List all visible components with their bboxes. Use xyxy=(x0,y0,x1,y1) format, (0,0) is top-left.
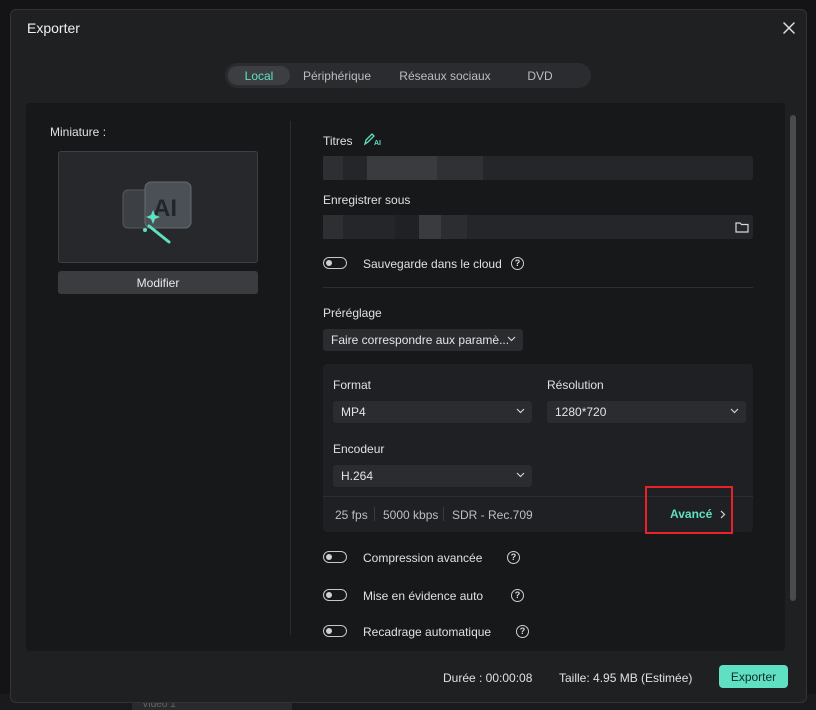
advanced-compression-label: Compression avancée xyxy=(363,551,483,565)
export-button[interactable]: Exporter xyxy=(719,665,788,688)
tab-device[interactable]: Périphérique xyxy=(290,66,384,85)
resolution-label: Résolution xyxy=(547,378,604,392)
modify-thumbnail-button[interactable]: Modifier xyxy=(58,271,258,294)
size-text: Taille: 4.95 MB (Estimée) xyxy=(559,671,693,685)
scrollbar[interactable] xyxy=(790,115,796,601)
fps-value: 25 fps xyxy=(335,508,368,522)
chevron-down-icon xyxy=(516,472,525,478)
export-dialog: Exporter Local Périphérique Réseaux soci… xyxy=(10,9,807,703)
auto-highlight-label: Mise en évidence auto xyxy=(363,589,484,603)
encoding-summary: 25 fps 5000 kbps SDR - Rec.709 Avancé xyxy=(323,496,753,532)
close-icon xyxy=(783,22,795,34)
encoder-value: H.264 xyxy=(341,469,374,483)
save-path-input[interactable] xyxy=(323,215,753,239)
preset-value: Faire correspondre aux paramè... xyxy=(331,333,510,347)
auto-reframe-label: Recadrage automatique xyxy=(363,625,492,639)
help-icon[interactable]: ? xyxy=(511,589,524,602)
chevron-right-icon xyxy=(720,510,725,518)
cloud-backup-label: Sauvegarde dans le cloud xyxy=(363,257,502,271)
thumbnail-label: Miniature : xyxy=(50,125,107,139)
encoder-select[interactable]: H.264 xyxy=(333,465,532,487)
bitrate-value: 5000 kbps xyxy=(383,508,439,522)
advanced-button[interactable]: Avancé xyxy=(670,507,726,521)
help-icon[interactable]: ? xyxy=(511,257,524,270)
auto-highlight-toggle[interactable] xyxy=(323,589,347,601)
ai-image-icon: AI xyxy=(122,181,192,244)
resolution-value: 1280*720 xyxy=(555,405,607,419)
help-icon[interactable]: ? xyxy=(516,625,529,638)
export-target-tabs: Local Périphérique Réseaux sociaux DVD xyxy=(225,63,591,88)
preset-select[interactable]: Faire correspondre aux paramè... xyxy=(323,329,523,351)
vertical-divider xyxy=(290,121,291,635)
chevron-down-icon xyxy=(507,336,516,342)
preset-label: Préréglage xyxy=(323,306,382,320)
tab-social[interactable]: Réseaux sociaux xyxy=(384,66,506,85)
export-settings-panel: Miniature : AI Modifier Titres AI Enregi… xyxy=(26,103,796,651)
dialog-title: Exporter xyxy=(27,20,80,36)
advanced-label: Avancé xyxy=(670,507,713,521)
format-value: MP4 xyxy=(341,405,366,419)
tab-local[interactable]: Local xyxy=(228,66,290,85)
cloud-backup-toggle[interactable] xyxy=(323,257,347,269)
thumbnail-preview: AI xyxy=(58,151,258,263)
encoding-settings: Format MP4 Résolution 1280*720 Encodeur … xyxy=(323,364,753,534)
color-space-value: SDR - Rec.709 xyxy=(452,508,533,522)
format-select[interactable]: MP4 xyxy=(333,401,532,423)
auto-reframe-toggle[interactable] xyxy=(323,625,347,637)
close-button[interactable] xyxy=(777,16,801,40)
folder-icon[interactable] xyxy=(735,221,749,233)
ai-pen-icon[interactable]: AI xyxy=(363,132,383,146)
title-label: Titres xyxy=(323,134,353,148)
svg-text:AI: AI xyxy=(374,140,381,146)
title-input[interactable] xyxy=(323,156,753,180)
save-as-label: Enregistrer sous xyxy=(323,193,411,207)
encoder-label: Encodeur xyxy=(333,442,385,456)
advanced-compression-toggle[interactable] xyxy=(323,551,347,563)
chevron-down-icon xyxy=(730,408,739,414)
section-divider xyxy=(323,287,753,288)
tab-dvd[interactable]: DVD xyxy=(506,66,574,85)
format-label: Format xyxy=(333,378,372,392)
help-icon[interactable]: ? xyxy=(507,551,520,564)
duration-text: Durée : 00:00:08 xyxy=(443,671,533,685)
chevron-down-icon xyxy=(516,408,525,414)
resolution-select[interactable]: 1280*720 xyxy=(547,401,746,423)
